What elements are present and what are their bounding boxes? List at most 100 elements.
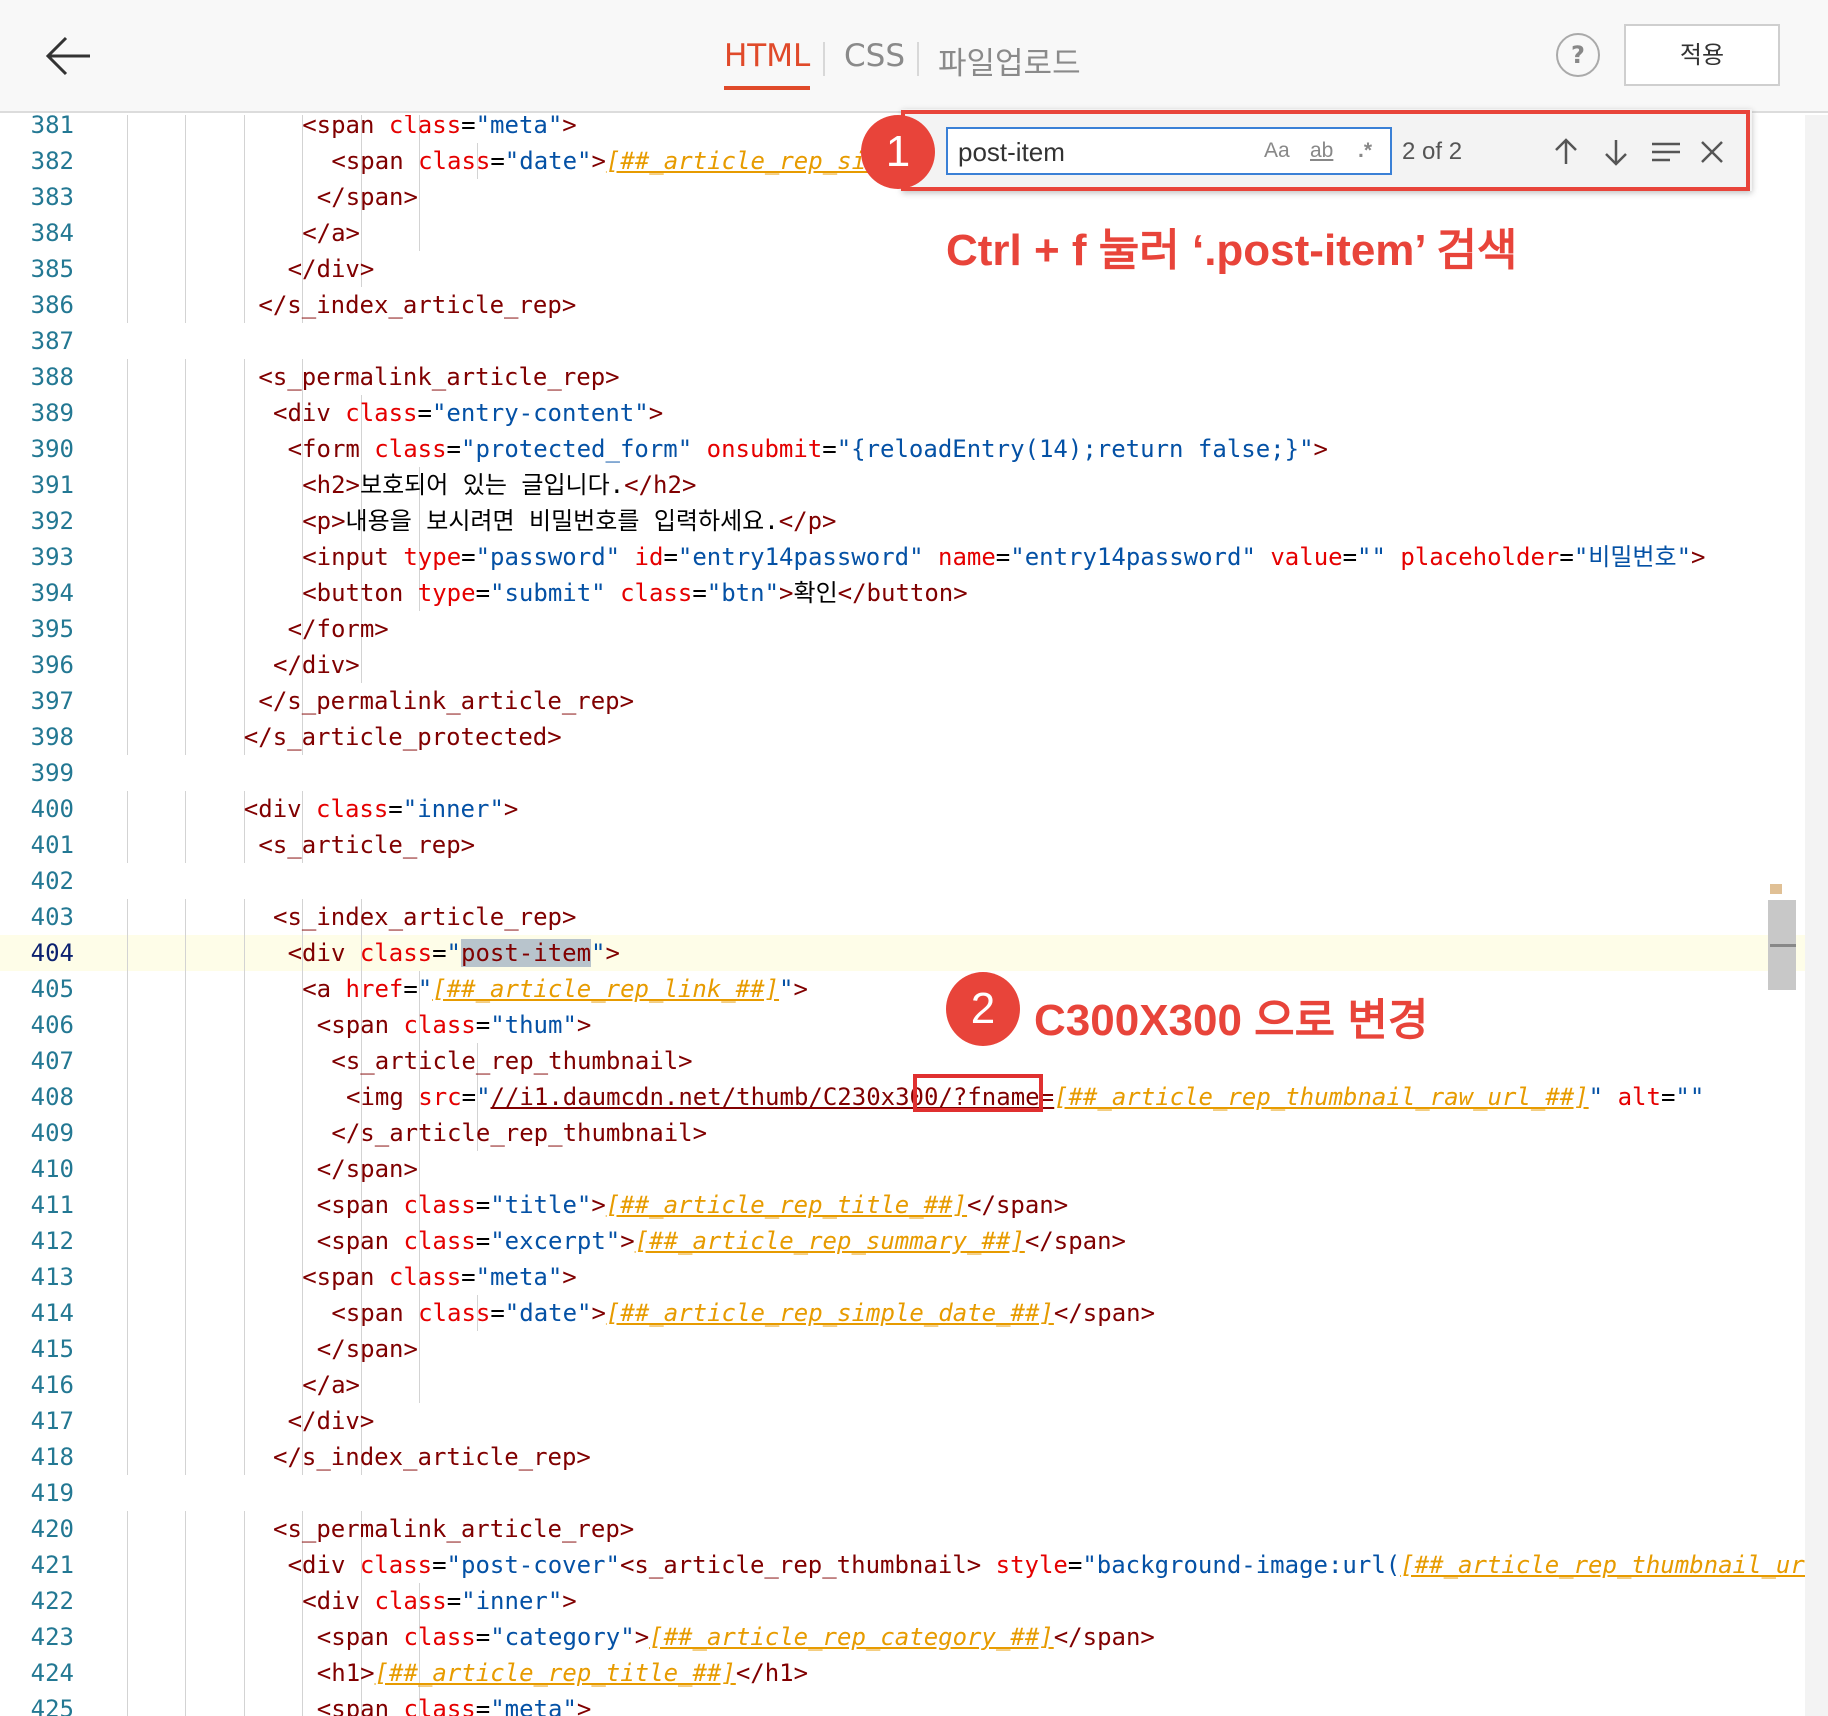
code-line[interactable]: 389 <div class="entry-content"> — [0, 395, 1828, 431]
indent-guide — [302, 179, 304, 215]
code-line[interactable]: 402 — [0, 863, 1828, 899]
indent-guide — [127, 503, 128, 539]
vertical-scrollbar[interactable] — [1805, 115, 1828, 1716]
code-line[interactable]: 415 </span> — [0, 1331, 1828, 1367]
code-line[interactable]: 411 <span class="title">[##_article_rep_t… — [0, 1187, 1828, 1223]
line-number: 414 — [30, 1299, 74, 1327]
code-token: class — [418, 147, 491, 175]
indent-guide — [302, 1079, 304, 1115]
code-token: "meta" — [475, 115, 563, 139]
code-token: > — [562, 1263, 577, 1291]
code-line[interactable]: 412 <span class="excerpt">[##_article_rep… — [0, 1223, 1828, 1259]
code-token: </s_article_rep_thumbnail> — [331, 1119, 708, 1147]
code-line[interactable]: 424 <h1>[##_article_rep_title_##]</h1> — [0, 1655, 1828, 1691]
code-line[interactable]: 400 <div class="inner"> — [0, 791, 1828, 827]
code-text: <span class="meta"> — [302, 115, 577, 143]
code-token: <s_article_rep_thumbnail> — [619, 1551, 982, 1579]
indent-guide — [185, 1331, 187, 1367]
code-line[interactable]: 418 </s_index_article_rep> — [0, 1439, 1828, 1475]
code-line[interactable]: 387 — [0, 323, 1828, 359]
code-token: <span — [316, 1623, 404, 1651]
line-number: 424 — [30, 1659, 74, 1687]
indent-guide — [185, 287, 187, 323]
code-line[interactable]: 420 <s_permalink_article_rep> — [0, 1511, 1828, 1547]
code-line[interactable]: 406 <span class="thum"> — [0, 1007, 1828, 1043]
code-token: 확인 — [793, 579, 838, 607]
code-line[interactable]: 392 <p>내용을 보시려면 비밀번호를 입력하세요.</p> — [0, 503, 1828, 539]
code-token: [##_article_rep_title_##] — [374, 1659, 736, 1687]
indent-guide — [185, 1187, 187, 1223]
step-1-note: Ctrl + f 눌러 ‘.post-item’ 검색 — [946, 226, 1518, 275]
code-line[interactable]: 409 </s_article_rep_thumbnail> — [0, 1115, 1828, 1151]
code-line[interactable]: 384 </a> — [0, 215, 1828, 251]
code-line[interactable]: 421 <div class="post-cover"<s_article_rep… — [0, 1547, 1828, 1583]
code-line[interactable]: 410 </span> — [0, 1151, 1828, 1187]
indent-guide — [419, 179, 420, 215]
indent-guide — [127, 539, 128, 575]
step-2-badge: 2 — [946, 972, 1020, 1046]
code-line[interactable]: 393 <input type="password" id="entry14pas… — [0, 539, 1828, 575]
tab-css[interactable]: CSS — [844, 38, 905, 74]
code-token: <div — [302, 1587, 375, 1615]
code-line[interactable]: 390 <form class="protected_form" onsubmit… — [0, 431, 1828, 467]
apply-button[interactable]: 적용 — [1624, 24, 1780, 86]
help-button[interactable]: ? — [1556, 33, 1600, 77]
code-line[interactable]: 416 </a> — [0, 1367, 1828, 1403]
indent-guide — [127, 251, 128, 287]
line-number: 417 — [30, 1407, 74, 1435]
code-line[interactable]: 399 — [0, 755, 1828, 791]
code-line[interactable]: 395 </form> — [0, 611, 1828, 647]
tab-html[interactable]: HTML — [724, 38, 811, 90]
code-line[interactable]: 422 <div class="inner"> — [0, 1583, 1828, 1619]
code-line[interactable]: 423 <span class="category">[##_article_re… — [0, 1619, 1828, 1655]
code-editor[interactable]: 381 <span class="meta"> 382 <span class="da… — [0, 115, 1828, 1716]
code-text: </form> — [288, 611, 389, 647]
indent-guide — [127, 1043, 128, 1079]
indent-guide — [127, 359, 128, 395]
code-line[interactable]: 398 </s_article_protected> — [0, 719, 1828, 755]
code-line[interactable]: 403 <s_index_article_rep> — [0, 899, 1828, 935]
code-token: </div> — [287, 255, 375, 283]
code-text: <input type="password" id="entry14passwo… — [302, 539, 1705, 575]
line-number: 386 — [30, 291, 74, 319]
code-token: class — [403, 1695, 476, 1716]
code-token: "meta" — [490, 1695, 577, 1716]
code-line[interactable]: 385 </div> — [0, 251, 1828, 287]
code-line[interactable]: 414 <span class="date">[##_article_rep_si… — [0, 1295, 1828, 1331]
line-number: 410 — [30, 1155, 74, 1183]
code-line[interactable]: 417 </div> — [0, 1403, 1828, 1439]
code-token: <div — [287, 1551, 360, 1579]
code-text: </div> — [288, 1403, 375, 1439]
code-token: <span — [316, 1191, 404, 1219]
code-token: > — [634, 1623, 650, 1651]
line-number: 416 — [30, 1371, 74, 1399]
code-token: "date" — [504, 1299, 592, 1327]
code-token: value — [1270, 543, 1343, 571]
code-line[interactable]: 405 <a href="[##_article_rep_link_##]"> — [0, 971, 1828, 1007]
line-number: 397 — [30, 687, 74, 715]
code-line[interactable]: 388 <s_permalink_article_rep> — [0, 359, 1828, 395]
code-line[interactable]: 396 </div> — [0, 647, 1828, 683]
indent-guide — [243, 971, 245, 1007]
code-line[interactable]: 413 <span class="meta"> — [0, 1259, 1828, 1295]
code-line[interactable]: 391 <h2>보호되어 있는 글입니다.</h2> — [0, 467, 1828, 503]
code-line[interactable]: 401 <s_article_rep> — [0, 827, 1828, 863]
tab-file-upload[interactable]: 파일업로드 — [938, 38, 1081, 83]
indent-guide — [302, 1007, 304, 1043]
indent-guide — [243, 1331, 245, 1367]
indent-guide — [185, 431, 187, 467]
code-line[interactable]: 386 </s_index_article_rep> — [0, 287, 1828, 323]
code-token: "" — [1675, 1083, 1705, 1111]
line-number: 399 — [30, 759, 74, 787]
code-line[interactable]: 425 <span class="meta"> — [0, 1691, 1828, 1716]
code-line[interactable]: 404 <div class="post-item"> — [0, 935, 1828, 971]
code-text: <button type="submit" class="btn">확인</bu… — [302, 575, 968, 611]
indent-guide — [185, 1151, 187, 1187]
indent-guide — [127, 1403, 128, 1439]
code-token: = — [446, 435, 461, 463]
code-line[interactable]: 419 — [0, 1475, 1828, 1511]
code-line[interactable]: 394 <button type="submit" class="btn">확인<… — [0, 575, 1828, 611]
code-line[interactable]: 397 </s_permalink_article_rep> — [0, 683, 1828, 719]
